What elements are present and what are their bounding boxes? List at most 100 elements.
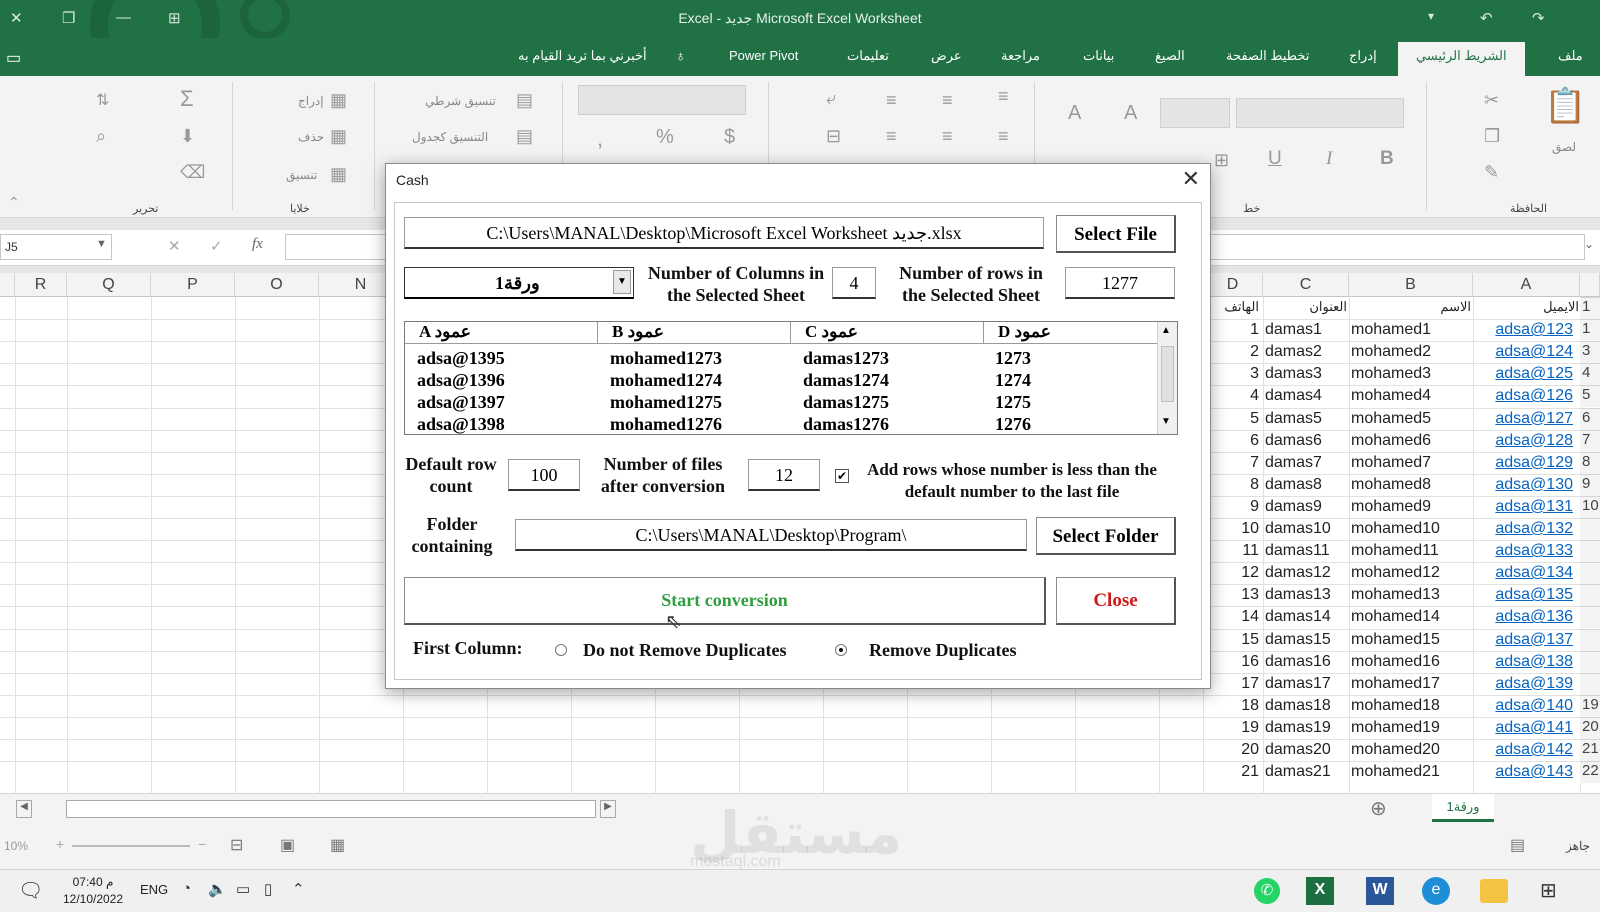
macro-record-icon[interactable]: ▤ bbox=[1510, 835, 1525, 855]
cell-a[interactable]: adsa@134 bbox=[1475, 564, 1579, 582]
number-format-dropdown[interactable] bbox=[578, 85, 746, 115]
tab-home[interactable]: الشريط الرئيسي bbox=[1398, 42, 1525, 76]
cell-c[interactable]: damas19 bbox=[1265, 719, 1347, 737]
collapse-ribbon-icon[interactable]: ⌃ bbox=[8, 194, 20, 211]
cell-a[interactable]: adsa@129 bbox=[1475, 454, 1579, 472]
cell-b[interactable]: mohamed18 bbox=[1351, 697, 1471, 715]
edge-browser-icon[interactable]: e bbox=[1422, 877, 1450, 905]
cell-a[interactable]: adsa@128 bbox=[1475, 432, 1579, 450]
merge-center-icon[interactable]: ⊟ bbox=[826, 126, 841, 147]
normal-view-icon[interactable]: ▦ bbox=[330, 835, 345, 855]
cell-c[interactable]: damas14 bbox=[1265, 608, 1347, 626]
align-bottom-icon[interactable]: ≡ bbox=[998, 86, 1009, 107]
row-number[interactable]: 7 bbox=[1580, 429, 1600, 452]
wrap-text-icon[interactable]: ⤶ bbox=[826, 88, 836, 109]
row-number[interactable]: 10 bbox=[1580, 495, 1600, 518]
cell-b[interactable]: mohamed14 bbox=[1351, 608, 1471, 626]
row-number[interactable]: 21 bbox=[1580, 739, 1600, 762]
cell-b[interactable]: mohamed9 bbox=[1351, 498, 1471, 516]
list-cell[interactable]: mohamed1273 bbox=[610, 348, 722, 369]
taskbar-clock[interactable]: 07:40 م 12/10/2022 bbox=[58, 874, 128, 908]
radio-do-not-remove[interactable] bbox=[555, 644, 567, 656]
insert-function-icon[interactable]: fx bbox=[252, 236, 263, 253]
list-cell[interactable]: mohamed1275 bbox=[610, 392, 722, 413]
align-top-icon[interactable]: ≡ bbox=[886, 90, 897, 111]
cell-c[interactable]: damas8 bbox=[1265, 476, 1347, 494]
cell-b[interactable]: mohamed1 bbox=[1351, 321, 1471, 339]
folder-path-field[interactable]: C:\Users\MANAL\Desktop\Program\ bbox=[515, 519, 1027, 551]
zoom-out-icon[interactable]: − bbox=[198, 836, 206, 852]
close-icon[interactable]: ✕ bbox=[1182, 166, 1200, 192]
cell-c[interactable]: damas11 bbox=[1265, 542, 1347, 560]
borders-icon[interactable]: ⊞ bbox=[1214, 150, 1229, 171]
cell-a[interactable]: adsa@132 bbox=[1475, 520, 1579, 538]
row-number[interactable] bbox=[1580, 518, 1600, 541]
expand-formula-icon[interactable]: ⌄ bbox=[1584, 237, 1594, 251]
show-hidden-icons-icon[interactable]: ⌃ bbox=[292, 880, 305, 898]
select-file-button[interactable]: Select File bbox=[1056, 215, 1176, 253]
currency-icon[interactable]: $ bbox=[724, 126, 735, 149]
cell-a[interactable]: adsa@136 bbox=[1475, 608, 1579, 626]
cell-d[interactable]: 18 bbox=[1203, 697, 1259, 715]
list-cell[interactable]: damas1275 bbox=[803, 392, 889, 413]
header-cell-b[interactable]: الاسم bbox=[1351, 299, 1471, 315]
start-icon[interactable]: ⊞ bbox=[1540, 878, 1557, 903]
customize-toolbar-icon[interactable]: ▾ bbox=[1428, 9, 1434, 23]
list-cell[interactable]: adsa@1398 bbox=[417, 414, 505, 434]
row-number[interactable]: 9 bbox=[1580, 473, 1600, 496]
tell-me-box[interactable]: أخبرني بما تريد القيام به bbox=[518, 48, 647, 64]
cell-d[interactable]: 11 bbox=[1203, 542, 1259, 560]
tab-help[interactable]: تعليمات bbox=[847, 48, 889, 64]
cell-b[interactable]: mohamed15 bbox=[1351, 631, 1471, 649]
files-after-field[interactable]: 12 bbox=[748, 459, 820, 491]
row-number[interactable] bbox=[1580, 606, 1600, 629]
zoom-in-icon[interactable]: + bbox=[56, 836, 64, 852]
list-cell[interactable]: 1275 bbox=[995, 392, 1031, 413]
volume-icon[interactable]: 🔈 bbox=[208, 880, 227, 898]
column-header-d[interactable]: D bbox=[1203, 273, 1263, 297]
cell-a[interactable]: adsa@127 bbox=[1475, 410, 1579, 428]
cell-b[interactable]: mohamed11 bbox=[1351, 542, 1471, 560]
cell-d[interactable]: 4 bbox=[1203, 387, 1259, 405]
sort-icon[interactable]: ⇅ bbox=[96, 90, 109, 110]
cell-c[interactable]: damas5 bbox=[1265, 410, 1347, 428]
list-cell[interactable]: adsa@1395 bbox=[417, 348, 505, 369]
row-number[interactable] bbox=[1580, 672, 1600, 695]
name-box-dropdown-icon[interactable]: ▼ bbox=[96, 238, 107, 250]
list-cell[interactable]: damas1274 bbox=[803, 370, 889, 391]
cell-a[interactable]: adsa@137 bbox=[1475, 631, 1579, 649]
cell-b[interactable]: mohamed3 bbox=[1351, 365, 1471, 383]
cell-b[interactable]: mohamed19 bbox=[1351, 719, 1471, 737]
notifications-icon[interactable]: 🗨 bbox=[18, 878, 43, 903]
paste-icon[interactable]: 📋 bbox=[1544, 86, 1586, 126]
list-cell[interactable]: 1276 bbox=[995, 414, 1031, 434]
list-cell[interactable]: 1274 bbox=[995, 370, 1031, 391]
row-number[interactable]: 5 bbox=[1580, 385, 1600, 408]
num-rows-field[interactable]: 1277 bbox=[1065, 267, 1175, 299]
cell-d[interactable]: 21 bbox=[1203, 763, 1259, 781]
column-header-c[interactable]: C bbox=[1263, 273, 1349, 297]
tab-insert[interactable]: إدراج bbox=[1349, 48, 1377, 64]
sheet-preview-list[interactable]: A عمود B عمود C عمود D عمود adsa@1395 moh… bbox=[404, 321, 1178, 435]
cell-c[interactable]: damas2 bbox=[1265, 343, 1347, 361]
cell-a[interactable]: adsa@125 bbox=[1475, 365, 1579, 383]
align-center-icon[interactable]: ≡ bbox=[942, 126, 953, 147]
list-cell[interactable]: mohamed1276 bbox=[610, 414, 722, 434]
row-number[interactable] bbox=[1580, 584, 1600, 607]
underline-icon[interactable]: U bbox=[1268, 148, 1282, 170]
cell-c[interactable]: damas9 bbox=[1265, 498, 1347, 516]
cell-a[interactable]: adsa@130 bbox=[1475, 476, 1579, 494]
cell-b[interactable]: mohamed2 bbox=[1351, 343, 1471, 361]
scroll-right-icon[interactable]: ▶ bbox=[600, 800, 616, 818]
cell-b[interactable]: mohamed7 bbox=[1351, 454, 1471, 472]
insert-cells-button[interactable]: إدراج bbox=[298, 94, 324, 108]
column-header-a[interactable]: A bbox=[1473, 273, 1580, 297]
cell-d[interactable]: 19 bbox=[1203, 719, 1259, 737]
cell-a[interactable]: adsa@126 bbox=[1475, 387, 1579, 405]
cell-d[interactable]: 14 bbox=[1203, 608, 1259, 626]
cell-d[interactable]: 20 bbox=[1203, 741, 1259, 759]
cut-icon[interactable]: ✂ bbox=[1484, 90, 1499, 111]
cell-a[interactable]: adsa@141 bbox=[1475, 719, 1579, 737]
cell-b[interactable]: mohamed16 bbox=[1351, 653, 1471, 671]
cell-b[interactable]: mohamed21 bbox=[1351, 763, 1471, 781]
